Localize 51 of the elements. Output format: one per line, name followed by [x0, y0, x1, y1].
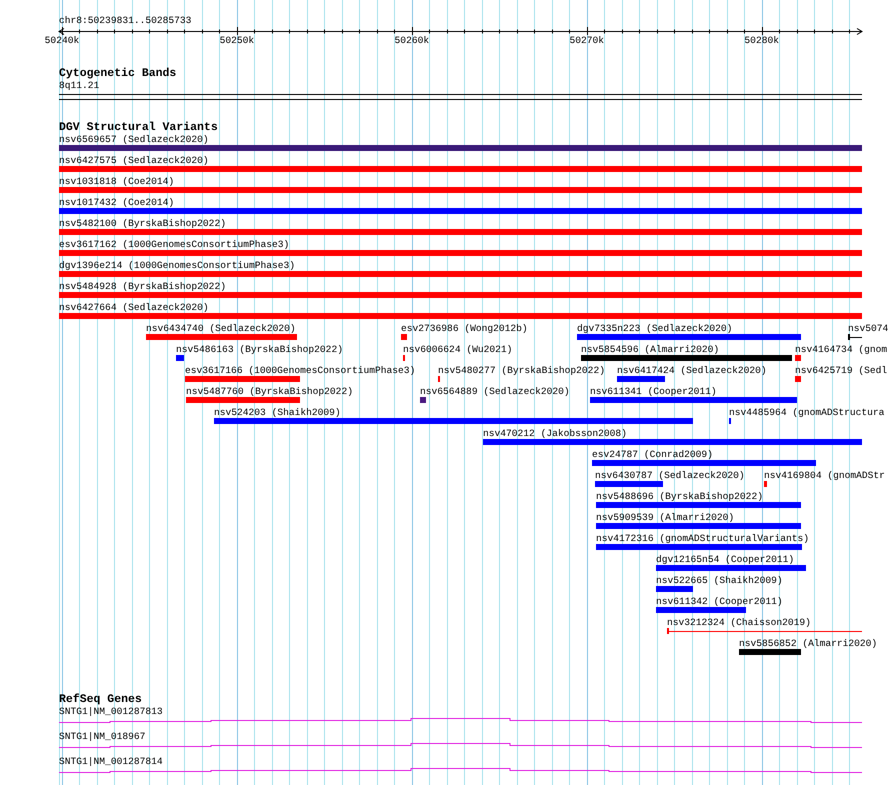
- variant-label: nsv611341 (Cooper2011): [590, 386, 717, 397]
- variant-label: esv3617162 (1000GenomesConsortiumPhase3): [59, 239, 290, 250]
- variant-label: nsv5480277 (ByrskaBishop2022): [438, 365, 605, 376]
- variant-label: nsv6430787 (Sedlazeck2020): [595, 470, 745, 481]
- genomic-range: chr8:50239831..50285733: [59, 15, 192, 27]
- tick-label: 50270k: [570, 35, 604, 47]
- variant-label: esv24787 (Conrad2009): [592, 449, 713, 460]
- variant-label: nsv5856852 (Almarri2020): [739, 638, 878, 649]
- variant-label: nsv5484928 (ByrskaBishop2022): [59, 281, 226, 292]
- track-title: RefSeq Genes: [59, 694, 142, 706]
- variant-label: nsv6427575 (Sedlazeck2020): [59, 155, 209, 166]
- gene-label: SNTG1|NM_001287814: [59, 756, 163, 767]
- tick-label: 50240k: [44, 35, 80, 47]
- variant-label: nsv5909539 (Almarri2020): [596, 512, 734, 523]
- variant-label: nsv524203 (Shaikh2009): [214, 407, 341, 418]
- tick-label: 50280k: [744, 35, 779, 47]
- variant-label: nsv3212324 (Chaisson2019): [667, 617, 811, 628]
- variant-label: nsv5482100 (ByrskaBishop2022): [59, 218, 226, 229]
- variant-label: nsv6425719 (Sedl: [795, 365, 888, 376]
- gene-label: SNTG1|NM_018967: [59, 731, 146, 742]
- variant-label: dgv1396e214 (1000GenomesConsortiumPhase3): [59, 260, 296, 271]
- variant-label: nsv6006624 (Wu2021): [403, 344, 512, 355]
- variant-label: nsv5487760 (ByrskaBishop2022): [186, 386, 353, 397]
- variant-label: dgv7335n223 (Sedlazeck2020): [577, 323, 732, 334]
- variant-label: nsv4169804 (gnomADStr: [764, 470, 885, 481]
- variant-label: esv3617166 (1000GenomesConsortiumPhase3): [185, 365, 416, 376]
- band-label: 8q11.21: [59, 80, 100, 92]
- variant-label: nsv5488696 (ByrskaBishop2022): [596, 491, 763, 502]
- tick-label: 50250k: [220, 35, 254, 47]
- gene-label: SNTG1|NM_001287813: [59, 706, 163, 717]
- track-title: DGV Structural Variants: [59, 122, 218, 134]
- variant-label: nsv6417424 (Sedlazeck2020): [617, 365, 767, 376]
- variant-label: nsv6569657 (Sedlazeck2020): [59, 134, 209, 145]
- variant-label: nsv4485964 (gnomADStructura: [729, 407, 884, 418]
- variant-label: nsv4164734 (gnom: [795, 344, 888, 355]
- tick-label: 50260k: [394, 35, 430, 47]
- variant-label: nsv6434740 (Sedlazeck2020): [146, 323, 296, 334]
- variant-label: dgv12165n54 (Cooper2011): [656, 554, 794, 565]
- variant-label: nsv6564889 (Sedlazeck2020): [420, 386, 570, 397]
- track-title: Cytogenetic Bands: [59, 68, 176, 80]
- variant-label: nsv470212 (Jakobsson2008): [483, 428, 627, 439]
- variant-label: nsv522665 (Shaikh2009): [656, 575, 783, 586]
- variant-label: nsv5486163 (ByrskaBishop2022): [176, 344, 343, 355]
- variant-label: esv2736986 (Wong2012b): [401, 323, 528, 334]
- variant-label: nsv1017432 (Coe2014): [59, 197, 174, 208]
- variant-label: nsv6427664 (Sedlazeck2020): [59, 302, 209, 313]
- variant-label: nsv5854596 (Almarri2020): [581, 344, 720, 355]
- variant-label: nsv611342 (Cooper2011): [656, 596, 783, 607]
- variant-label: nsv1031818 (Coe2014): [59, 176, 174, 187]
- variant-label: nsv5074: [848, 323, 888, 334]
- variant-label: nsv4172316 (gnomADStructuralVariants): [596, 533, 810, 544]
